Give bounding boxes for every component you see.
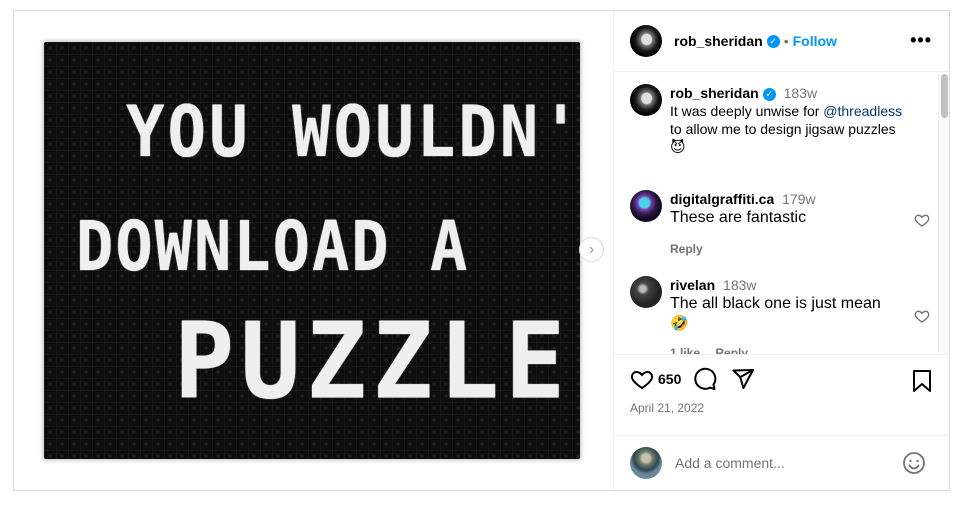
- puzzle-text-line-1: YOU WOULDN'T: [126, 92, 580, 174]
- reply-button[interactable]: Reply: [715, 346, 748, 354]
- comment-bubble-icon: [694, 367, 717, 390]
- comment-button[interactable]: [693, 367, 717, 391]
- likes-count-link[interactable]: 1 like: [670, 346, 700, 354]
- caption-body: rob_sheridan ✓ 183w It was deeply unwise …: [670, 84, 910, 156]
- comment-meta: Reply: [670, 240, 910, 258]
- caption-username[interactable]: rob_sheridan: [670, 85, 759, 101]
- rofl-emoji-icon: 🤣: [670, 314, 689, 332]
- smiley-icon: [903, 452, 925, 474]
- header-user: rob_sheridan ✓ • Follow: [674, 33, 837, 49]
- puzzle-image: YOU WOULDN'T DOWNLOAD A PUZZLE: [44, 42, 580, 459]
- heart-outline-icon[interactable]: [914, 308, 930, 324]
- emoji-picker-button[interactable]: [902, 451, 926, 480]
- comments-list[interactable]: rob_sheridan ✓ 183w It was deeply unwise …: [614, 72, 950, 355]
- comment-time[interactable]: 179w: [782, 191, 815, 207]
- heart-icon: [630, 370, 654, 390]
- list-item: rivelan 183w The all black one is just m…: [630, 276, 930, 354]
- comment-username[interactable]: rivelan: [670, 277, 715, 293]
- comment-text: These are fantastic: [670, 209, 807, 226]
- post-modal: YOU WOULDN'T DOWNLOAD A PUZZLE › rob_she…: [13, 10, 950, 491]
- post-sidebar: rob_sheridan ✓ • Follow ••• rob_sheridan…: [614, 11, 950, 490]
- bookmark-icon: [913, 370, 931, 392]
- avatar[interactable]: [630, 276, 662, 308]
- comment-meta: 1 like Reply: [670, 344, 910, 354]
- post-header: rob_sheridan ✓ • Follow •••: [614, 11, 950, 72]
- list-item: digitalgraffiti.ca 179w These are fantas…: [630, 190, 930, 258]
- puzzle-text-line-2: DOWNLOAD A: [76, 206, 470, 287]
- devil-emoji-icon: 😈: [670, 138, 686, 156]
- separator-dot: •: [783, 33, 789, 49]
- share-button[interactable]: [731, 367, 755, 391]
- reply-button[interactable]: Reply: [670, 242, 703, 256]
- post-media: YOU WOULDN'T DOWNLOAD A PUZZLE ›: [14, 11, 614, 490]
- comment-body: digitalgraffiti.ca 179w These are fantas…: [670, 190, 910, 258]
- action-bar: 650: [630, 367, 755, 391]
- caption-mention-link[interactable]: @threadless: [823, 103, 902, 119]
- like-button[interactable]: [630, 367, 654, 391]
- like-count[interactable]: 650: [658, 371, 681, 387]
- avatar: [630, 447, 662, 479]
- header-username[interactable]: rob_sheridan: [674, 33, 763, 49]
- post-date[interactable]: April 21, 2022: [630, 401, 704, 415]
- caption-text-end: to allow me to design jigsaw puzzles: [670, 121, 896, 137]
- comment-text: The all black one is just mean: [670, 295, 881, 312]
- comment-input[interactable]: [675, 455, 895, 471]
- avatar[interactable]: [630, 25, 662, 57]
- comment-username[interactable]: digitalgraffiti.ca: [670, 191, 774, 207]
- paper-plane-icon: [732, 369, 755, 389]
- verified-badge-icon: ✓: [762, 87, 776, 101]
- verified-badge-icon: ✓: [766, 34, 780, 48]
- follow-button[interactable]: Follow: [793, 33, 837, 49]
- comments-scrollbar[interactable]: [938, 74, 948, 353]
- comment-time[interactable]: 183w: [723, 277, 756, 293]
- scrollbar-thumb[interactable]: [941, 74, 948, 118]
- puzzle-text-line-3: PUZZLE: [174, 300, 572, 423]
- comment-body: rivelan 183w The all black one is just m…: [670, 276, 910, 354]
- avatar[interactable]: [630, 190, 662, 222]
- add-comment-bar: [614, 435, 950, 490]
- more-options-icon[interactable]: •••: [910, 31, 932, 49]
- caption-comment: rob_sheridan ✓ 183w It was deeply unwise …: [630, 84, 930, 156]
- caption-text: It was deeply unwise for: [670, 103, 824, 119]
- chevron-right-icon: ›: [588, 240, 595, 258]
- heart-outline-icon[interactable]: [914, 212, 930, 228]
- save-button[interactable]: [911, 369, 933, 398]
- caption-time[interactable]: 183w: [784, 85, 817, 101]
- avatar[interactable]: [630, 84, 662, 116]
- next-image-button[interactable]: ›: [579, 237, 604, 262]
